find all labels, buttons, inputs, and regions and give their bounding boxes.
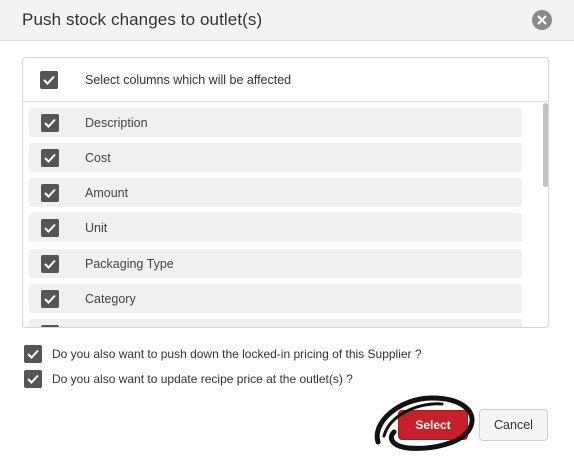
dialog-header: Push stock changes to outlet(s) bbox=[0, 0, 574, 41]
check-icon bbox=[44, 188, 56, 198]
column-checkbox[interactable] bbox=[41, 325, 59, 327]
column-checkbox[interactable] bbox=[41, 290, 59, 308]
column-item-description[interactable]: Description bbox=[29, 108, 522, 137]
column-item-packaging-type[interactable]: Packaging Type bbox=[29, 249, 522, 278]
check-icon bbox=[27, 349, 39, 359]
column-item-cost[interactable]: Cost bbox=[29, 143, 522, 172]
check-icon bbox=[27, 374, 39, 384]
column-checkbox[interactable] bbox=[41, 219, 59, 237]
update-recipe-price-label: Do you also want to update recipe price … bbox=[52, 372, 353, 386]
update-recipe-price-checkbox[interactable] bbox=[24, 370, 42, 388]
column-item-amount[interactable]: Amount bbox=[29, 178, 522, 207]
dialog-title: Push stock changes to outlet(s) bbox=[22, 10, 263, 29]
column-checkbox[interactable] bbox=[41, 149, 59, 167]
column-checkbox[interactable] bbox=[41, 255, 59, 273]
columns-scrollbar[interactable] bbox=[540, 103, 548, 327]
close-icon bbox=[537, 15, 547, 25]
column-item-label: Cost bbox=[85, 151, 111, 165]
select-all-checkbox[interactable] bbox=[40, 71, 58, 89]
column-item-category[interactable]: Category bbox=[29, 284, 522, 313]
check-icon bbox=[44, 223, 56, 233]
push-locked-pricing-label: Do you also want to push down the locked… bbox=[52, 347, 422, 361]
columns-panel: Select columns which will be affected De… bbox=[22, 57, 549, 328]
scrollbar-thumb[interactable] bbox=[543, 103, 548, 187]
cancel-button[interactable]: Cancel bbox=[479, 409, 548, 441]
check-icon bbox=[44, 294, 56, 304]
column-item-unit[interactable]: Unit bbox=[29, 213, 522, 242]
check-icon bbox=[44, 153, 56, 163]
check-icon bbox=[44, 118, 56, 128]
push-stock-dialog: Push stock changes to outlet(s) Select c… bbox=[0, 0, 574, 458]
select-button[interactable]: Select bbox=[398, 410, 468, 440]
close-button[interactable] bbox=[532, 10, 552, 30]
push-locked-pricing-checkbox[interactable] bbox=[24, 345, 42, 363]
column-item-label: Category bbox=[85, 292, 136, 306]
column-checkbox[interactable] bbox=[41, 114, 59, 132]
select-all-label: Select columns which will be affected bbox=[85, 73, 292, 87]
check-icon bbox=[43, 75, 55, 85]
column-item-label: Description bbox=[85, 116, 148, 130]
column-item-label: Unit bbox=[85, 221, 108, 235]
column-item-partial[interactable] bbox=[29, 319, 522, 327]
columns-panel-header: Select columns which will be affected bbox=[23, 58, 548, 102]
column-checkbox[interactable] bbox=[41, 184, 59, 202]
check-icon bbox=[44, 259, 56, 269]
column-item-label: Packaging Type bbox=[85, 257, 174, 271]
column-item-label: Amount bbox=[85, 186, 129, 200]
columns-list[interactable]: Description Cost Amount Unit Packaging T… bbox=[23, 103, 548, 327]
